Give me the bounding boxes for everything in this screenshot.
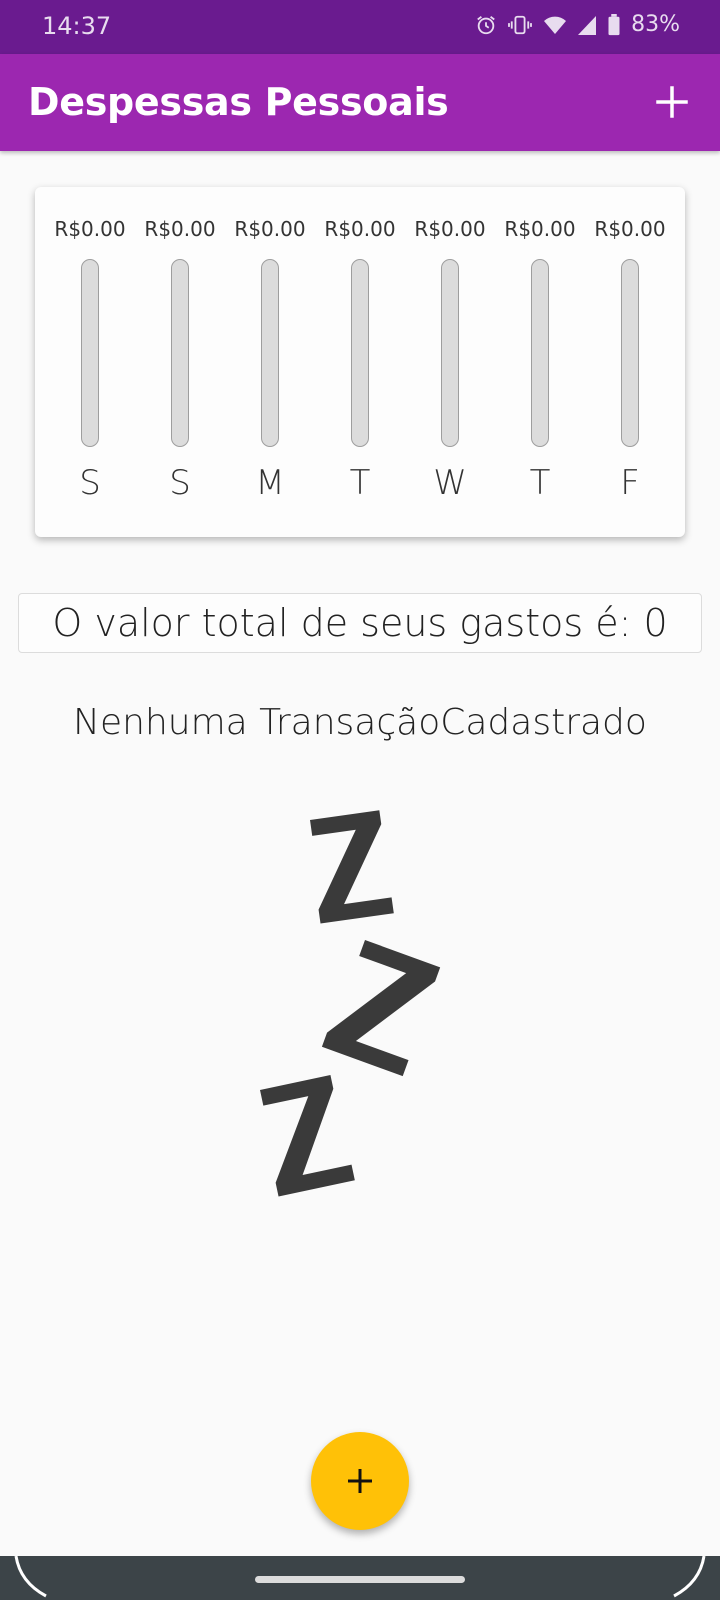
chart-bar-column: R$0.00 M: [230, 217, 310, 503]
weekly-chart-card: R$0.00 S R$0.00 S R$0.00 M R$0.00 T R$0.00 W R$0.0…: [35, 187, 685, 537]
chart-day-label: T: [349, 463, 371, 503]
chart-bar-value-label: R$0.00: [324, 217, 396, 241]
corner-right: [673, 1556, 706, 1598]
zzz-sleep-icon: [260, 810, 441, 1197]
wifi-icon: [544, 16, 567, 34]
plus-icon: [656, 86, 688, 118]
chart-bar-column: R$0.00 T: [320, 217, 400, 503]
total-text: O valor total de seus gastos é: 0: [52, 601, 668, 645]
plus-icon: [348, 1469, 372, 1493]
vibrate-icon: [508, 15, 533, 34]
chart-bar-track: [81, 259, 99, 447]
chart-day-label: S: [79, 463, 101, 503]
chart-bar-value-label: R$0.00: [54, 217, 126, 241]
total-box: O valor total de seus gastos é: 0: [18, 593, 702, 653]
fab-add-button[interactable]: [311, 1432, 409, 1530]
system-nav-bar: [0, 1556, 720, 1600]
home-handle[interactable]: [255, 1576, 465, 1583]
status-bar: 14:37 83%: [0, 0, 720, 54]
chart-day-label: W: [433, 463, 467, 503]
chart-bar-track: [171, 259, 189, 447]
chart-day-label: M: [255, 463, 285, 503]
chart-day-label: T: [529, 463, 551, 503]
battery-percent: 83%: [631, 12, 680, 37]
add-transaction-button[interactable]: [652, 82, 692, 122]
status-icons: 83%: [475, 12, 680, 37]
chart-bar-value-label: R$0.00: [594, 217, 666, 241]
alarm-icon: [477, 15, 495, 34]
chart-bar-column: R$0.00 S: [140, 217, 220, 503]
empty-state-text: Nenhuma TransaçãoCadastrado: [73, 702, 647, 743]
weekly-chart: R$0.00 S R$0.00 S R$0.00 M R$0.00 T R$0.00 W R$0.0…: [50, 217, 670, 503]
chart-bar-column: R$0.00 T: [500, 217, 580, 503]
chart-bar-value-label: R$0.00: [234, 217, 306, 241]
chart-bar-track: [441, 259, 459, 447]
chart-bar-track: [531, 259, 549, 447]
chart-bar-value-label: R$0.00: [504, 217, 576, 241]
chart-day-label: F: [620, 463, 640, 503]
chart-bar-track: [261, 259, 279, 447]
signal-icon: [578, 15, 597, 35]
chart-bar-track: [351, 259, 369, 447]
corner-left: [14, 1556, 47, 1598]
chart-bar-value-label: R$0.00: [144, 217, 216, 241]
app-title: Despessas Pessoais: [28, 80, 449, 124]
chart-bar-track: [621, 259, 639, 447]
chart-bar-column: R$0.00 F: [590, 217, 670, 503]
chart-bar-value-label: R$0.00: [414, 217, 486, 241]
status-time: 14:37: [42, 12, 112, 40]
chart-day-label: S: [169, 463, 191, 503]
chart-bar-column: R$0.00 W: [410, 217, 490, 503]
chart-bar-column: R$0.00 S: [50, 217, 130, 503]
battery-icon: [608, 13, 620, 35]
app-bar: Despessas Pessoais: [0, 54, 720, 151]
